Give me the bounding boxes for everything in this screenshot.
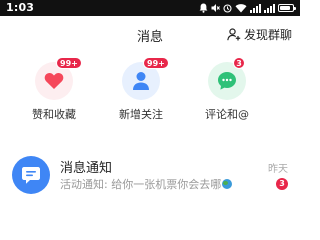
- bell-icon: [199, 3, 208, 13]
- avatar: [12, 156, 50, 194]
- globe-icon: [222, 179, 233, 189]
- followers-badge: 99+: [143, 57, 169, 69]
- comments-icon-circle: 3: [208, 57, 246, 100]
- header: 消息 发现群聊: [0, 16, 300, 54]
- category-comments-and-mentions[interactable]: 3 评论和@: [192, 57, 262, 122]
- status-bar: 1:03: [0, 0, 300, 16]
- battery-icon: [278, 4, 296, 12]
- item-timestamp: 昨天: [268, 164, 288, 175]
- message-categories: 99+ 赞和收藏 99+ 新增关注 3 评论和@: [0, 57, 300, 132]
- heart-icon: [44, 72, 64, 89]
- item-title: 消息通知: [60, 161, 113, 176]
- person-icon: [133, 72, 149, 90]
- person-add-icon: [227, 28, 241, 41]
- alarm-icon: [223, 4, 232, 13]
- comment-icon: [218, 72, 236, 90]
- item-preview: 活动通知: 给你一张机票你会去哪: [60, 176, 233, 192]
- message-icon: [22, 166, 40, 184]
- discover-label: 发现群聊: [243, 28, 292, 42]
- category-likes-and-favorites[interactable]: 99+ 赞和收藏: [19, 57, 89, 122]
- category-new-followers[interactable]: 99+ 新增关注: [106, 57, 176, 122]
- likes-icon-circle: 99+: [35, 57, 82, 100]
- battery-level: [280, 6, 290, 10]
- item-preview-text: 活动通知: 给你一张机票你会去哪: [60, 178, 222, 191]
- comments-badge: 3: [233, 57, 245, 69]
- unread-badge: 3: [276, 178, 288, 190]
- list-item-message-notification[interactable]: 消息通知 活动通知: 给你一张机票你会去哪 昨天 3: [0, 148, 300, 200]
- mute-icon: [211, 4, 220, 12]
- likes-badge: 99+: [56, 57, 82, 69]
- comments-label: 评论和@: [205, 108, 249, 121]
- status-time: 1:03: [6, 1, 35, 14]
- wifi-icon: [235, 4, 247, 13]
- status-icons: [199, 3, 296, 13]
- signal-icon: [250, 3, 261, 13]
- signal-icon: [264, 3, 275, 13]
- likes-label: 赞和收藏: [32, 108, 76, 121]
- followers-icon-circle: 99+: [122, 57, 169, 100]
- followers-label: 新增关注: [119, 108, 163, 121]
- discover-group-chat-button[interactable]: 发现群聊: [227, 26, 292, 43]
